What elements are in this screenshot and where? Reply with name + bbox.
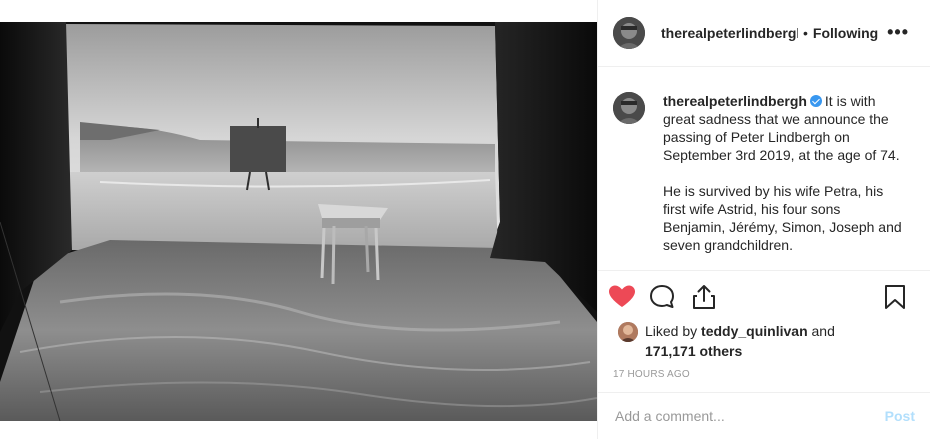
comment-form: Post bbox=[598, 393, 930, 439]
liker-avatar[interactable] bbox=[618, 322, 638, 342]
bookmark-icon[interactable] bbox=[881, 283, 909, 311]
liker-username[interactable]: teddy_quinlivan bbox=[701, 323, 808, 339]
likes-count-link[interactable]: 171,171 others bbox=[645, 343, 742, 359]
likes-summary: Liked by teddy_quinlivan and 171,171 oth… bbox=[618, 321, 865, 361]
instagram-post: therealpeterlindbergh • Following ••• th… bbox=[0, 0, 930, 439]
caption: therealpeterlindbergh It is with great sa… bbox=[613, 92, 915, 270]
caption-paragraph-1: therealpeterlindbergh It is with great sa… bbox=[663, 92, 903, 164]
caption-avatar-image bbox=[613, 92, 645, 124]
post-timestamp[interactable]: 17 HOURS AGO bbox=[613, 369, 690, 380]
divider bbox=[598, 270, 930, 271]
caption-text: therealpeterlindbergh It is with great sa… bbox=[663, 92, 903, 270]
post-sidebar: therealpeterlindbergh • Following ••• th… bbox=[597, 0, 930, 439]
likes-prefix: Liked by bbox=[645, 323, 698, 339]
author-avatar-image bbox=[613, 17, 645, 49]
share-icon[interactable] bbox=[690, 283, 718, 311]
following-button[interactable]: Following bbox=[813, 25, 878, 41]
author-avatar[interactable] bbox=[613, 17, 645, 49]
likes-text: Liked by teddy_quinlivan and 171,171 oth… bbox=[645, 321, 865, 361]
post-comment-button[interactable]: Post bbox=[885, 408, 915, 424]
more-options-icon[interactable]: ••• bbox=[887, 22, 909, 42]
post-photo[interactable] bbox=[0, 22, 597, 421]
caption-username[interactable]: therealpeterlindbergh bbox=[663, 93, 807, 109]
liker-avatar-image bbox=[618, 322, 638, 342]
post-media bbox=[0, 0, 597, 439]
comment-bubble-icon[interactable] bbox=[648, 283, 676, 311]
heart-filled-icon[interactable] bbox=[608, 283, 636, 311]
caption-paragraph-2: He is survived by his wife Petra, his fi… bbox=[663, 183, 902, 253]
caption-scroll[interactable]: therealpeterlindbergh It is with great sa… bbox=[598, 68, 930, 270]
action-bar bbox=[608, 283, 918, 313]
verified-badge-icon bbox=[809, 95, 822, 107]
photo-image bbox=[0, 22, 597, 421]
comment-input[interactable] bbox=[615, 408, 885, 424]
caption-avatar[interactable] bbox=[613, 92, 645, 124]
header-separator: • bbox=[803, 25, 808, 41]
author-username[interactable]: therealpeterlindbergh bbox=[661, 25, 798, 41]
post-header: therealpeterlindbergh • Following ••• bbox=[598, 0, 930, 67]
likes-conjunction: and bbox=[811, 323, 835, 339]
